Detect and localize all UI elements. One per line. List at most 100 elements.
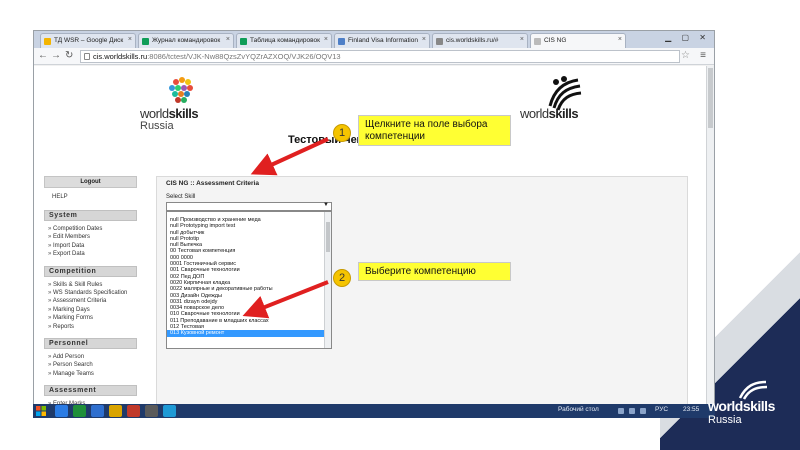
sidebar-section-list: Competition DatesEdit MembersImport Data… — [44, 221, 137, 262]
browser-tab[interactable]: cis.worldskills.ru/# × — [432, 33, 528, 48]
back-arrow-icon[interactable]: ← — [38, 50, 48, 61]
taskbar-app-icon[interactable] — [91, 405, 104, 417]
sidebar-item[interactable]: WS Standards Specification — [44, 289, 137, 297]
sidebar-item[interactable]: Export Data — [44, 250, 137, 258]
language-indicator[interactable]: РУС — [655, 406, 668, 413]
url-field[interactable]: cis.worldskills.ru:8086/tctest/VJK-Nw88Q… — [80, 50, 680, 63]
sidebar-section-personnel: Personnel — [44, 338, 137, 350]
sidebar-item[interactable]: Person Search — [44, 361, 137, 369]
tab-label: cis.worldskills.ru/# — [446, 37, 499, 44]
tab-label: Таблица командировок — [250, 37, 320, 44]
tab-label: ТД WSR – Google Диск — [54, 37, 124, 44]
windows-start-icon[interactable] — [35, 405, 47, 417]
tab-label: Finland Visa Information — [348, 37, 418, 44]
browser-tab[interactable]: Таблица командировок × — [236, 33, 332, 48]
sidebar-item[interactable]: Skills & Skill Rules — [44, 281, 137, 289]
forward-arrow-icon[interactable]: → — [51, 50, 61, 61]
sidebar-section-competition: Competition — [44, 265, 137, 277]
sidebar-item[interactable]: Competition Dates — [44, 225, 137, 233]
browser-tab[interactable]: Finland Visa Information × — [334, 33, 430, 48]
slide-logo-word: worldskills — [708, 398, 775, 414]
browser-tab[interactable]: CIS NG × — [530, 33, 626, 48]
select-skill-label: Select Skill — [166, 194, 196, 200]
sidebar-item[interactable]: Reports — [44, 323, 137, 331]
tab-favicon-icon — [142, 38, 149, 45]
browser-menu-icon[interactable]: ≡ — [700, 50, 706, 61]
sidebar-section-system: System — [44, 210, 137, 221]
taskbar-clock[interactable]: 23:55 — [683, 406, 699, 413]
sidebar-item[interactable]: Marking Forms — [44, 314, 137, 322]
logo-word-world-right: world — [520, 106, 549, 121]
browser-tab[interactable]: ТД WSR – Google Диск × — [40, 33, 136, 48]
options-scroll-thumb[interactable] — [326, 222, 330, 252]
sidebar-item[interactable]: Marking Days — [44, 306, 137, 314]
logo-word-skills-right: skills — [548, 106, 579, 121]
sidebar-item[interactable]: Manage Teams — [44, 370, 137, 378]
browser-tab[interactable]: Журнал командировок × — [138, 33, 234, 48]
taskbar-app-icon[interactable] — [73, 405, 86, 417]
bookmark-star-icon[interactable]: ☆ — [681, 50, 690, 61]
skill-options-list[interactable]: null Производство и хранение меда null Pr… — [166, 211, 332, 349]
tab-label: CIS NG — [544, 37, 567, 44]
logo-word-russia: Russia — [140, 120, 174, 132]
skill-option-selected[interactable]: 013 Кузовной ремонт — [167, 330, 331, 337]
callout-step-2-number: 2 — [333, 269, 351, 287]
page-title: CIS NG :: Assessment Criteria — [166, 180, 259, 187]
slide-top-bar — [0, 0, 800, 10]
taskbar-app-icon[interactable] — [109, 405, 122, 417]
tab-close-icon[interactable]: × — [618, 36, 622, 43]
page-scrollbar[interactable] — [706, 66, 714, 405]
options-scrollbar[interactable] — [324, 212, 331, 348]
sidebar-item[interactable]: Import Data — [44, 242, 137, 250]
sidebar-section-assessment: Assessment — [44, 385, 137, 397]
tab-favicon-icon — [44, 38, 51, 45]
worldskills-logo-right: worldskills — [520, 76, 592, 136]
tab-favicon-icon — [436, 38, 443, 45]
logo-word-skills: skills — [168, 106, 199, 121]
slide-worldskills-logo: worldskills Russia — [708, 380, 798, 430]
taskbar-app-icon[interactable] — [145, 405, 158, 417]
tab-favicon-icon — [534, 38, 541, 45]
skill-select[interactable]: ▼ — [166, 202, 332, 211]
taskbar-app-icon[interactable] — [127, 405, 140, 417]
sidebar-item[interactable]: Add Person — [44, 353, 137, 361]
slide-logo-russia: Russia — [708, 414, 742, 426]
page-info-icon[interactable] — [84, 53, 90, 60]
help-link[interactable]: HELP — [44, 188, 137, 206]
slide-logo-swoosh-icon — [738, 380, 768, 400]
tab-close-icon[interactable]: × — [520, 36, 524, 43]
tab-close-icon[interactable]: × — [422, 36, 426, 43]
browser-window: ТД WSR – Google Диск × Журнал командировок… — [33, 30, 715, 406]
logo-word-world: world — [140, 106, 169, 121]
tab-label: Журнал командировок — [152, 37, 221, 44]
page-scroll-thumb[interactable] — [708, 68, 713, 128]
chevron-down-icon[interactable]: ▼ — [323, 202, 329, 208]
url-path: :8086/tctest/VJK-Nw88QzsZvYQZrAZXOQ/VJK2… — [147, 52, 341, 61]
sidebar-item[interactable]: Edit Members — [44, 233, 137, 241]
windows-taskbar: Рабочий стол РУС 23:55 — [33, 404, 715, 418]
desktop-toolbar-label[interactable]: Рабочий стол — [558, 406, 599, 413]
reload-icon[interactable]: ↻ — [65, 50, 73, 61]
taskbar-app-icon[interactable] — [163, 405, 176, 417]
callout-step-2-text: Выберите компетенцию — [358, 262, 511, 281]
logo-wordmark: worldskills — [140, 106, 199, 121]
tab-close-icon[interactable]: × — [128, 36, 132, 43]
window-controls[interactable]: ▁ ▢ ✕ — [665, 33, 710, 42]
logout-button[interactable]: Logout — [44, 176, 137, 188]
tray-volume-icon[interactable] — [629, 408, 635, 414]
tray-flag-icon[interactable] — [640, 408, 646, 414]
left-sidebar: Logout HELP SystemCompetition DatesEdit … — [44, 176, 137, 405]
callout-step-1-number: 1 — [333, 124, 351, 142]
url-host: cis.worldskills.ru — [93, 52, 148, 61]
tab-favicon-icon — [338, 38, 345, 45]
tab-close-icon[interactable]: × — [226, 36, 230, 43]
taskbar-app-icon[interactable] — [55, 405, 68, 417]
tab-close-icon[interactable]: × — [324, 36, 328, 43]
address-bar-row: ← → ↻ cis.worldskills.ru:8086/tctest/VJK… — [34, 48, 714, 65]
sidebar-section-list: Skills & Skill RulesWS Standards Specifi… — [44, 277, 137, 334]
tab-strip: ТД WSR – Google Диск × Журнал командировок… — [34, 31, 714, 48]
sidebar-item[interactable]: Assessment Criteria — [44, 297, 137, 305]
tray-network-icon[interactable] — [618, 408, 624, 414]
sidebar-section-list: Add PersonPerson SearchManage Teams — [44, 349, 137, 381]
worldskills-logo-left: worldskills Russia — [140, 76, 210, 136]
